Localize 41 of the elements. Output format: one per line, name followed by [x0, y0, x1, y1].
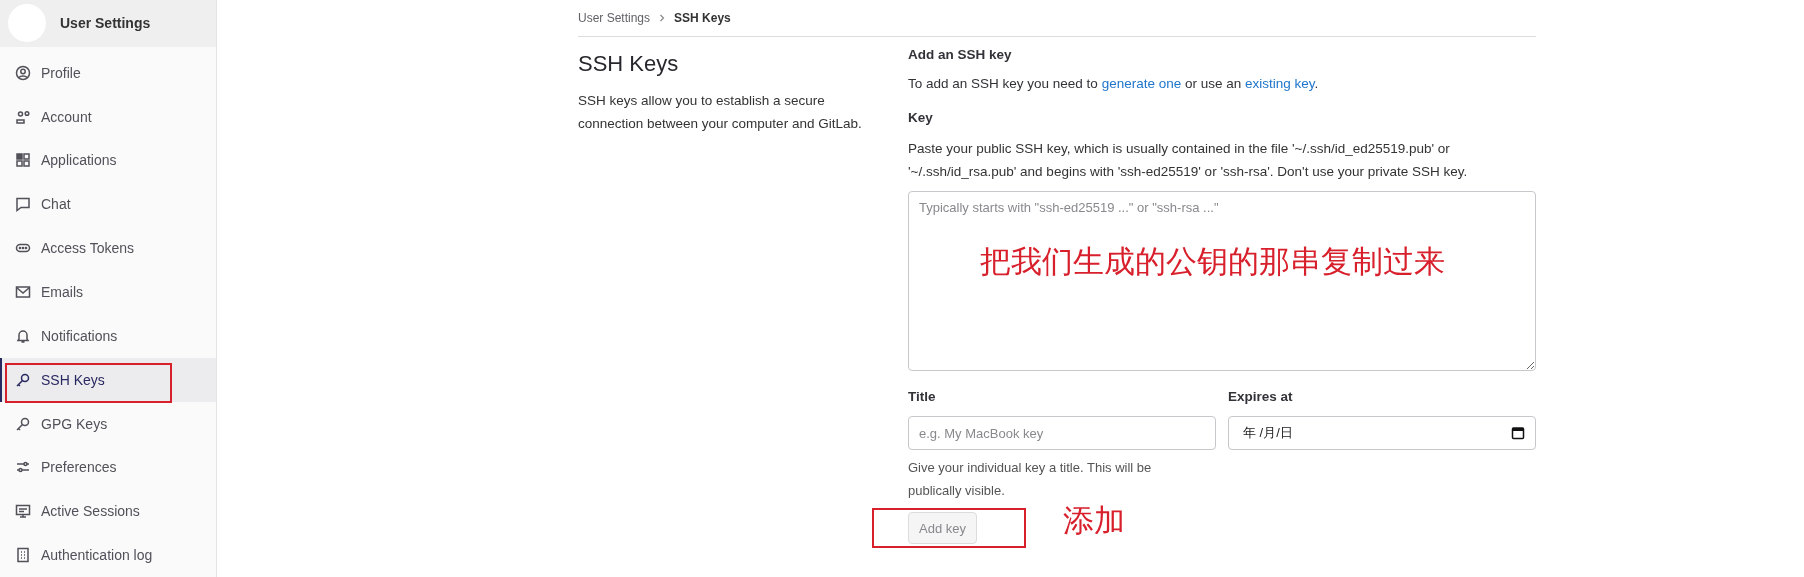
sidebar-title: User Settings	[60, 15, 151, 32]
calendar-icon[interactable]	[1511, 426, 1525, 440]
sidebar-item[interactable]: Notifications	[0, 313, 216, 358]
chevron-icon	[658, 14, 667, 22]
bell-icon	[15, 327, 31, 344]
instruction-text: To add an SSH key you need to generate one or use an existing key.	[908, 75, 1320, 93]
sidebar-item[interactable]: Emails	[0, 270, 216, 314]
sidebar-item[interactable]: Access Tokens	[0, 226, 216, 271]
mail-icon	[15, 284, 31, 300]
sidebar-item[interactable]: SSH Keys	[0, 357, 216, 402]
grid-icon	[15, 152, 31, 169]
description-text: SSH keys allow you to establish a secure connection between your computer and GitLab.	[578, 92, 863, 133]
link[interactable]: existing key	[1245, 76, 1315, 91]
key-icon	[15, 415, 31, 432]
annotation-text: 添加	[1063, 502, 1125, 540]
annotation-text: 把我们生成的公钥的那串复制过来	[980, 243, 1445, 281]
field-label: Key	[908, 110, 934, 125]
date-field[interactable]: 年 /月/日	[1228, 416, 1536, 450]
key-icon	[15, 371, 31, 388]
sidebar-item[interactable]: Profile	[0, 50, 216, 95]
help-text: Paste your public SSH key, which is usually contained in the file '~/.ssh/id_ed25519.pub' or '~/.ssh/id_rsa.pub' and begins with 'ssh-ed25519' or 'ssh-rsa'. Don't use your private SSH key.	[908, 140, 1469, 181]
monitor-icon	[15, 503, 31, 520]
chat-icon	[15, 196, 31, 213]
sidebar-item[interactable]: Active Sessions	[0, 489, 216, 534]
page-title: SSH Keys	[578, 51, 680, 77]
field-label: Expires at	[1228, 389, 1294, 404]
sidebar-item[interactable]: Applications	[0, 138, 216, 183]
sidebar-item[interactable]: Preferences	[0, 445, 216, 490]
field-label: Title	[908, 389, 937, 404]
profile-icon	[15, 64, 31, 81]
help-text: Give your individual key a title. This will be publically visible.	[908, 459, 1153, 500]
breadcrumb-link[interactable]: User Settings	[578, 11, 651, 25]
section-heading: Add an SSH key	[908, 47, 1013, 62]
link[interactable]: generate one	[1101, 76, 1182, 91]
sidebar-item[interactable]: Authentication log	[0, 533, 216, 577]
title-field[interactable]: e.g. My MacBook key	[908, 416, 1216, 450]
log-icon	[15, 547, 31, 564]
sidebar-item[interactable]: GPG Keys	[0, 401, 216, 446]
sidebar-item[interactable]: Chat	[0, 182, 216, 227]
sidebar-item[interactable]: Account	[0, 94, 216, 139]
account-icon	[15, 108, 31, 125]
